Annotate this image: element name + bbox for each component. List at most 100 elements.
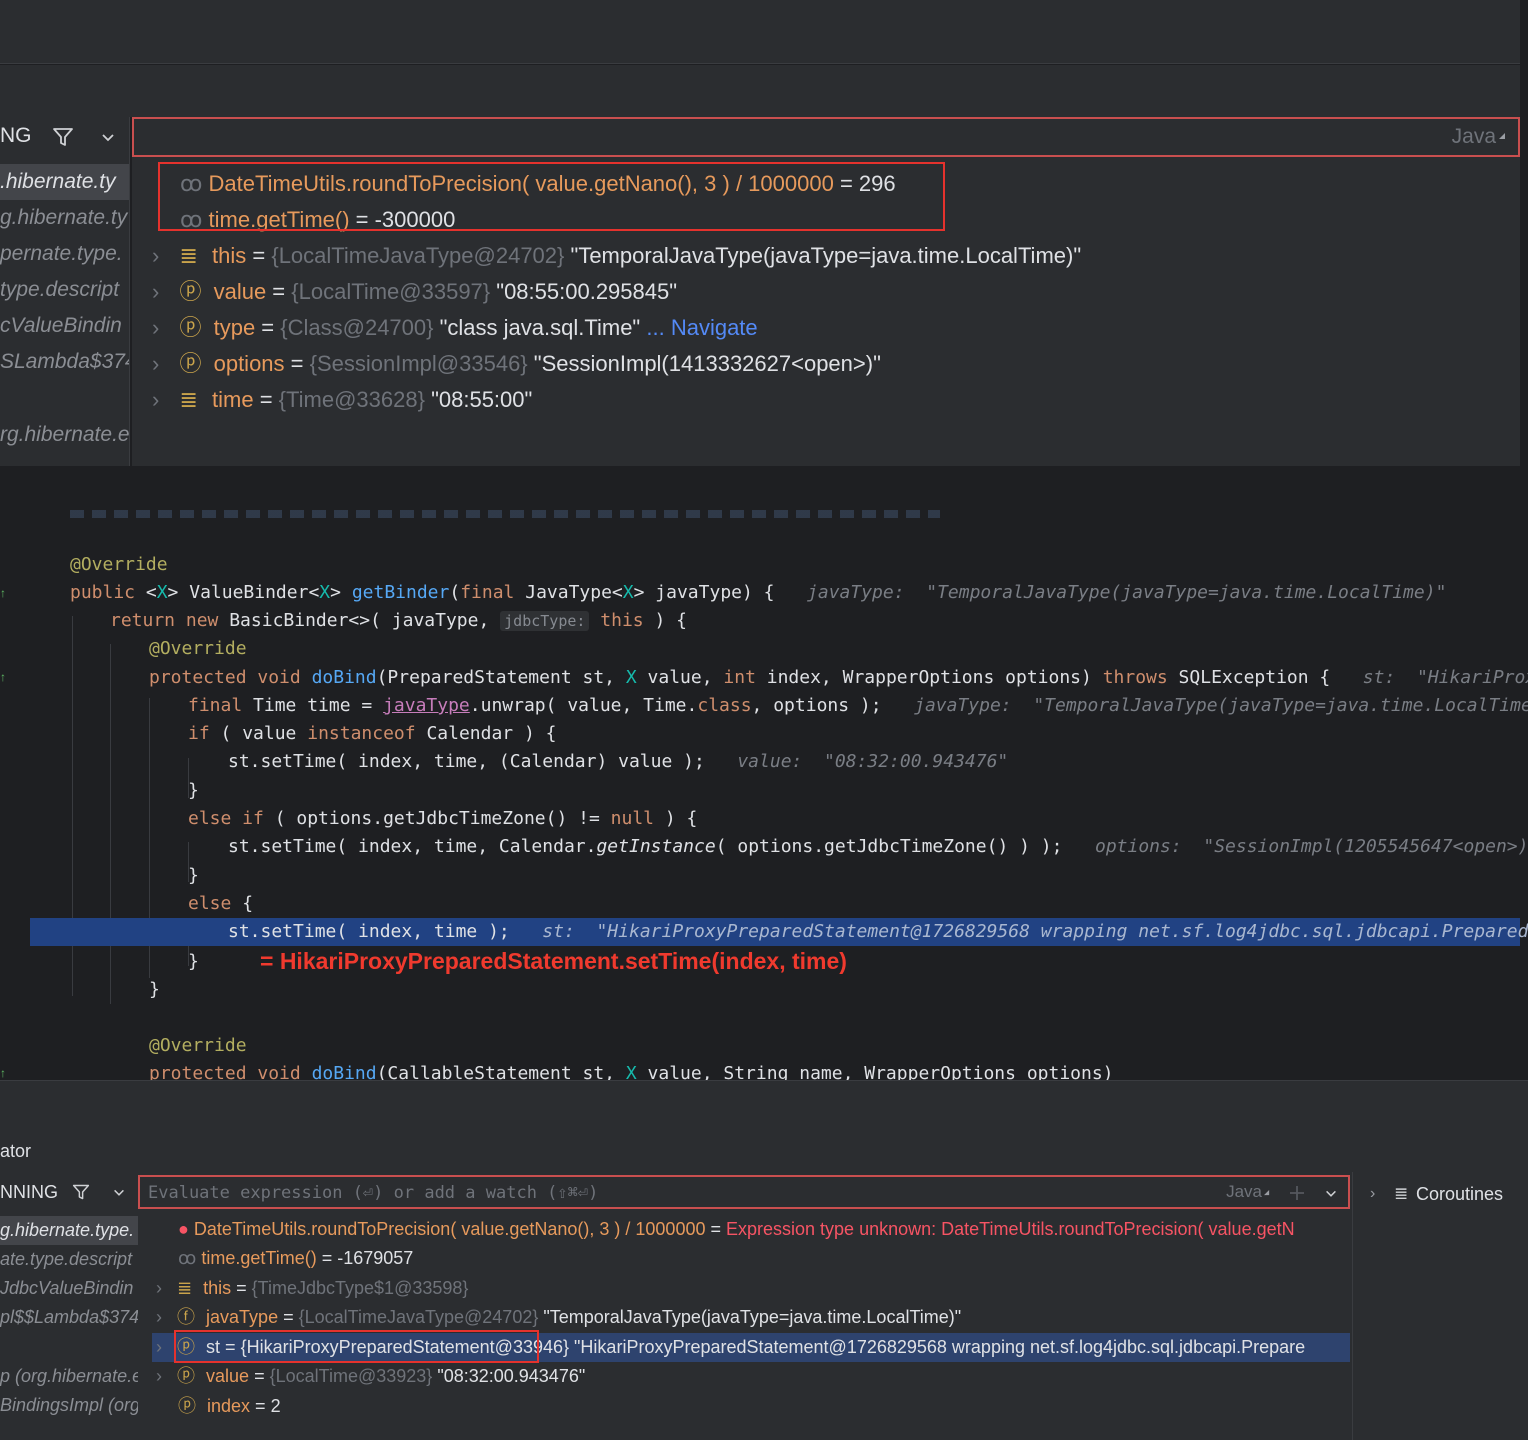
thread-status-label: NNING <box>0 1182 58 1202</box>
caret-icon <box>1264 1190 1270 1196</box>
frames-list-bottom: g.hibernate.type. ate.type.descript Jdbc… <box>0 1214 138 1440</box>
field-list-icon: ≣ <box>177 1278 193 1298</box>
code-line: final Time time = javaType.unwrap( value… <box>188 695 1528 716</box>
frame-item[interactable]: cValueBindin <box>0 308 129 344</box>
variables-tree-top: ꝏ DateTimeUtils.roundToPrecision( value.… <box>132 157 1520 466</box>
field-icon: ⓕ <box>177 1307 196 1327</box>
parameter-icon: ⓟ <box>179 279 202 304</box>
variable-value: "TemporalJavaType(javaType=java.time.Loc… <box>543 1307 962 1327</box>
override-gutter-icon[interactable]: ↑ <box>0 586 6 600</box>
override-gutter-icon[interactable]: ↑ <box>0 1066 6 1080</box>
chevron-right-icon[interactable]: › <box>1370 1185 1375 1203</box>
evaluate-expression-input[interactable]: Java <box>132 117 1520 157</box>
chevron-right-icon[interactable]: › <box>152 387 159 412</box>
chevron-right-icon[interactable]: › <box>156 1366 162 1386</box>
code-line: else if ( options.getJdbcTimeZone() != n… <box>188 808 698 829</box>
evaluate-expression-input[interactable]: Evaluate expression (⏎) or add a watch (… <box>138 1175 1350 1209</box>
frame-item[interactable]: g.hibernate.ty <box>0 200 129 236</box>
code-line: } <box>188 865 199 886</box>
highlight-box <box>158 162 945 231</box>
variable-ref: {Time@33628} <box>278 387 425 412</box>
highlight-box <box>174 1330 539 1363</box>
override-gutter-icon[interactable]: ↑ <box>0 670 6 684</box>
evaluate-placeholder: Evaluate expression (⏎) or add a watch (… <box>148 1183 599 1203</box>
frame-item[interactable]: pernate.type. <box>0 236 129 272</box>
variable-value: "class java.sql.Time" <box>439 315 641 340</box>
variable-ref: {SessionImpl@33546} <box>309 351 528 376</box>
thread-status-label: NG <box>0 124 32 147</box>
variable-name: options <box>213 351 285 376</box>
parameter-hint: jdbcType: <box>500 611 590 631</box>
frame-item[interactable]: pl$$Lambda$374 <box>0 1303 138 1332</box>
variable-row-value[interactable]: › ⓟ value = {LocalTime@33923} "08:32:00.… <box>156 1362 585 1391</box>
variable-row-options[interactable]: › ⓟ options = {SessionImpl@33546} "Sessi… <box>152 346 881 382</box>
language-selector[interactable]: Java <box>1452 125 1496 149</box>
watch-row-error[interactable]: ● DateTimeUtils.roundToPrecision( value.… <box>178 1215 1295 1244</box>
chevron-down-icon[interactable] <box>1324 1187 1338 1201</box>
frame-item[interactable]: p (org.hibernate.e <box>0 1362 138 1391</box>
variable-value: "SessionImpl(1413332627<open>)" <box>533 351 881 376</box>
variable-row-index[interactable]: ⓟ index = 2 <box>178 1392 281 1421</box>
variable-row-time[interactable]: › ≣ time = {Time@33628} "08:55:00" <box>152 382 532 418</box>
variable-row-type[interactable]: › ⓟ type = {Class@24700} "class java.sql… <box>152 310 758 346</box>
chevron-right-icon[interactable]: › <box>156 1337 162 1357</box>
chevron-right-icon[interactable]: › <box>156 1278 162 1298</box>
top-toolbar-area-2 <box>0 65 1520 117</box>
watch-row[interactable]: ꝏ time.getTime() = -1679057 <box>178 1244 413 1273</box>
chevron-right-icon[interactable]: › <box>152 351 159 376</box>
list-icon: ≣ <box>1394 1184 1409 1203</box>
frame-item[interactable]: type.descript <box>0 272 129 308</box>
code-line: public <X> ValueBinder<X> getBinder(fina… <box>70 582 1447 603</box>
chevron-right-icon[interactable]: › <box>156 1307 162 1327</box>
chevron-down-icon[interactable] <box>112 1186 126 1200</box>
variable-value: "TemporalJavaType(javaType=java.time.Loc… <box>570 243 1082 268</box>
chevron-down-icon[interactable] <box>100 130 116 146</box>
frame-item[interactable]: BindingsImpl (org <box>0 1391 138 1420</box>
top-right-strip <box>1520 0 1528 466</box>
scrolled-line-fragment <box>70 510 940 518</box>
code-line: else { <box>188 893 254 914</box>
code-editor[interactable]: ↑ ↑ ↑ @Override public <X> ValueBinder<X… <box>0 466 1528 1080</box>
code-line: protected void doBind(PreparedStatement … <box>149 667 1528 688</box>
add-watch-icon[interactable] <box>1288 1184 1306 1202</box>
code-line: @Override <box>149 638 247 659</box>
frame-item[interactable]: g.hibernate.type. <box>0 1216 138 1245</box>
variable-ref: {TimeJdbcType$1@33598} <box>251 1278 469 1298</box>
panel-divider <box>1352 1172 1353 1440</box>
chevron-right-icon[interactable]: › <box>152 243 159 268</box>
variable-name: type <box>213 315 256 340</box>
variable-row-this[interactable]: › ≣ this = {LocalTimeJavaType@24702} "Te… <box>152 238 1081 274</box>
watch-expression: DateTimeUtils.roundToPrecision( value.ge… <box>193 1219 706 1239</box>
chevron-right-icon[interactable]: › <box>152 279 159 304</box>
filter-icon[interactable] <box>72 1183 90 1201</box>
error-icon: ● <box>178 1219 189 1239</box>
code-line: st.setTime( index, time, Calendar.getIns… <box>228 836 1528 857</box>
frame-item[interactable]: rg.hibernate.e <box>0 417 129 453</box>
variable-name: time <box>212 387 254 412</box>
tool-window-title: ator <box>0 1141 32 1161</box>
variable-name: javaType <box>206 1307 279 1327</box>
code-line: @Override <box>70 554 168 575</box>
parameter-icon: ⓟ <box>178 1396 196 1416</box>
code-line: st.setTime( index, time, (Calendar) valu… <box>228 751 1009 772</box>
variable-name: this <box>212 243 247 268</box>
bottom-separator <box>0 1080 1528 1132</box>
navigate-link[interactable]: ... Navigate <box>646 315 757 340</box>
frame-item[interactable]: ate.type.descript <box>0 1245 138 1274</box>
variable-row-javatype[interactable]: › ⓕ javaType = {LocalTimeJavaType@24702}… <box>156 1303 961 1332</box>
caret-icon <box>1499 133 1506 140</box>
filter-icon[interactable] <box>52 126 74 148</box>
frame-item[interactable]: SLambda$374 <box>0 344 129 380</box>
coroutines-tab[interactable]: Coroutines <box>1416 1184 1503 1205</box>
watch-icon: ꝏ <box>178 1248 197 1268</box>
frame-item[interactable]: JdbcValueBindin <box>0 1274 138 1303</box>
frame-item[interactable]: .hibernate.ty <box>0 164 129 200</box>
code-line: @Override <box>149 1035 247 1056</box>
variable-row-value[interactable]: › ⓟ value = {LocalTime@33597} "08:55:00.… <box>152 274 677 310</box>
language-selector[interactable]: Java <box>1226 1182 1262 1202</box>
variable-name: index <box>207 1396 251 1416</box>
watch-error: Expression type unknown: DateTimeUtils.r… <box>726 1219 1295 1239</box>
chevron-right-icon[interactable]: › <box>152 315 159 340</box>
code-line: } <box>188 951 199 972</box>
variable-row-this[interactable]: › ≣ this = {TimeJdbcType$1@33598} <box>156 1274 468 1303</box>
